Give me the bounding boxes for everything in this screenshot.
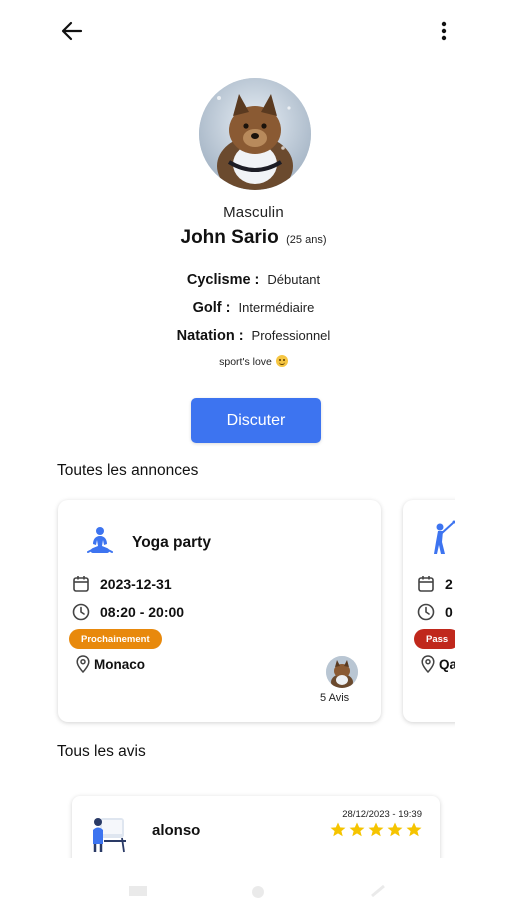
calendar-icon — [73, 576, 89, 592]
sport-name: Cyclisme : — [186, 272, 260, 288]
announcement-location-row: Monaco — [76, 655, 145, 673]
announcement-location: Monaco — [94, 656, 146, 672]
reviewer-avatar — [93, 818, 126, 853]
star-icon — [406, 822, 422, 837]
nav-home-icon[interactable] — [127, 884, 149, 898]
bio-text: sport's love — [219, 356, 272, 368]
sport-row-natation: Natation : Professionnel — [0, 328, 507, 344]
top-bar — [0, 0, 507, 62]
back-button[interactable] — [58, 18, 86, 44]
sport-level: Débutant — [267, 272, 321, 287]
announcement-card[interactable]: Yoga party 2023-12-31 08:20 - 20:00 Proc… — [58, 500, 381, 722]
announcement-date: 2023-12-31 — [100, 576, 172, 592]
announcement-time: 08:20 - 20:00 — [100, 604, 185, 620]
profile-avatar — [199, 78, 311, 190]
sport-level: Intermédiaire — [238, 300, 315, 315]
nav-edit-icon[interactable] — [368, 884, 390, 898]
organizer-avatar[interactable] — [326, 656, 358, 688]
sport-level: Professionnel — [251, 328, 331, 343]
review-date: 28/12/2023 - 19:39 — [342, 809, 422, 820]
announcements-title: Toutes les annonces — [57, 462, 199, 479]
announcements-carousel[interactable]: Yoga party 2023-12-31 08:20 - 20:00 Proc… — [50, 490, 455, 736]
more-options-button[interactable] — [432, 18, 456, 44]
more-vertical-icon — [441, 21, 447, 41]
user-name: John Sario — [180, 227, 279, 248]
review-rating — [330, 822, 422, 837]
bio: sport's love — [0, 355, 507, 368]
user-age: (25 ans) — [286, 234, 327, 246]
location-pin-icon — [76, 655, 90, 673]
star-icon — [387, 822, 403, 837]
sport-name: Natation : — [176, 328, 244, 344]
star-icon — [368, 822, 384, 837]
announcement-time-row: 0 — [417, 602, 453, 622]
golf-icon — [434, 520, 455, 554]
announcement-card[interactable]: 2 0 Pass Qa — [403, 500, 455, 722]
location-pin-icon — [421, 655, 435, 673]
arrow-left-icon — [61, 21, 83, 41]
star-icon — [330, 822, 346, 837]
reviewer-name: alonso — [152, 822, 201, 839]
status-badge: Prochainement — [69, 629, 162, 649]
status-badge: Pass — [414, 629, 455, 649]
announcement-location: Qa — [439, 656, 455, 672]
announcement-location-row: Qa — [421, 655, 455, 673]
clock-icon — [72, 603, 90, 621]
star-icon — [349, 822, 365, 837]
announcement-time-row: 08:20 - 20:00 — [72, 602, 184, 622]
reviews-title: Tous les avis — [57, 743, 146, 760]
yoga-icon — [87, 527, 113, 553]
name-line: John Sario (25 ans) — [0, 227, 507, 249]
clock-icon — [417, 603, 435, 621]
gender-label: Masculin — [223, 204, 284, 221]
sport-name: Golf : — [192, 300, 231, 316]
announcement-time: 0 — [445, 604, 453, 620]
chat-button[interactable]: Discuter — [191, 398, 321, 443]
announcement-date: 2 — [445, 576, 453, 592]
announcement-date-row: 2023-12-31 — [72, 574, 172, 594]
smile-emoji-icon — [275, 355, 288, 367]
nav-chat-icon[interactable] — [247, 884, 269, 898]
sport-row-golf: Golf : Intermédiaire — [0, 300, 507, 316]
announcement-title: Yoga party — [132, 534, 211, 551]
sport-row-cyclisme: Cyclisme : Débutant — [0, 272, 507, 288]
calendar-icon — [418, 576, 434, 592]
announcement-date-row: 2 — [417, 574, 453, 594]
reviews-count: 5 Avis — [320, 692, 350, 704]
